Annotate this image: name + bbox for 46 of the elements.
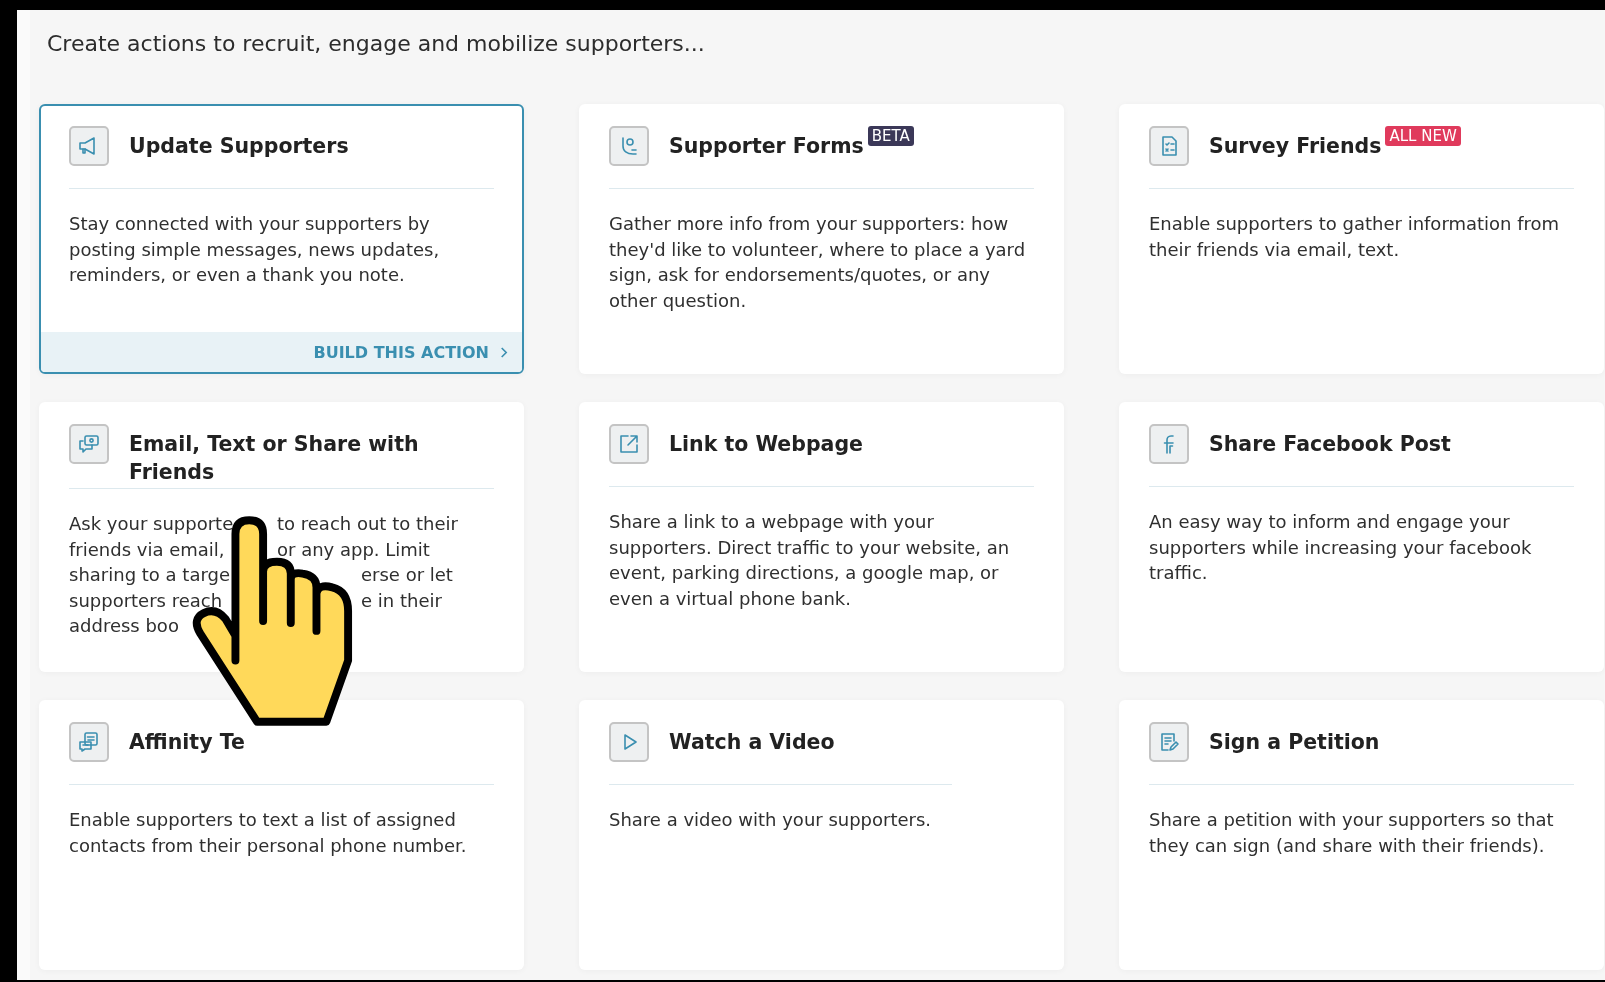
card-title: Email, Text or Share with Friends [129, 431, 420, 486]
action-card[interactable]: Survey Friends ALL NEW Enable supporters to gather information from their friends via email, text. [1119, 104, 1604, 374]
action-card[interactable]: Sign a Petition Share a petition with your supporters so that they can sign (and share with their friends). [1119, 700, 1604, 970]
description-text: to reach out to their [277, 512, 458, 536]
megaphone-icon [69, 126, 109, 166]
chevron-right-icon [499, 345, 508, 359]
letter-f-icon [1149, 424, 1189, 464]
document-pen-icon [1149, 722, 1189, 762]
action-card[interactable]: Supporter Forms BETA Gather more info from your supporters: how they'd like to volunteer, where to place a yard sign, ask for endorsements/quotes, or any other question. [579, 104, 1064, 374]
card-description: Enable supporters to text a list of assigned contacts from their personal phone number. [69, 808, 468, 858]
card-title: Update Supporters [129, 133, 349, 160]
action-card[interactable]: Share Facebook Post An easy way to inform and engage your supporters while increasing your facebook traffic. [1119, 402, 1604, 672]
checklist-document-icon [1149, 126, 1189, 166]
card-title: Affinity Te [129, 729, 245, 756]
card-title: Share Facebook Post [1209, 431, 1451, 458]
message-list-icon [69, 722, 109, 762]
description-text: sharing to a targe [69, 563, 231, 587]
description-text: friends via email, [69, 537, 226, 562]
status-badge: BETA [867, 126, 914, 146]
status-badge: ALL NEW [1385, 126, 1461, 146]
page-heading: Create actions to recruit, engage and mobilize supporters... [46, 30, 706, 58]
description-text: e in their [361, 588, 442, 613]
action-card[interactable]: Link to Webpage Share a link to a webpage with your supporters. Direct traffic to your website, an event, parking directions, a google map, or even a virtual phone bank. [579, 402, 1064, 672]
external-link-icon [609, 424, 649, 464]
chat-bubbles-icon [69, 424, 109, 464]
card-description: Gather more info from your supporters: how they'd like to volunteer, where to place a yard sign, ask for endorsements/quotes, or any other question. [609, 212, 1027, 313]
card-title: Link to Webpage [669, 431, 864, 458]
card-title: Survey Friends [1209, 133, 1382, 160]
card-description: Share a video with your supporters. [609, 808, 933, 832]
card-description: An easy way to inform and engage your supporters while increasing your facebook traffic. [1149, 510, 1533, 585]
card-description: Stay connected with your supporters by posting simple messages, news updates, reminders, or even a thank you note. [69, 212, 441, 287]
card-title: Watch a Video [669, 729, 835, 756]
action-card[interactable]: Update Supporters Stay connected with your supporters by posting simple messages, news updates, reminders, or even a thank you note. BUILD THIS ACTION [39, 104, 524, 374]
description-text: Ask your supporte [69, 512, 235, 536]
description-text: or any app. Limit [277, 537, 430, 562]
card-description: Share a link to a webpage with your supporters. Direct traffic to your website, an event, parking directions, a google map, or even a virtual phone bank. [609, 510, 1011, 611]
card-description: Enable supporters to gather information from their friends via email, text. [1149, 212, 1561, 262]
description-text: supporters reach [69, 588, 224, 613]
card-description: Share a petition with your supporters so that they can sign (and share with their friends). [1149, 808, 1555, 858]
action-card[interactable]: Affinity Te Enable supporters to text a list of assigned contacts from their personal phone number. [39, 700, 524, 970]
description-text: erse or let [361, 563, 453, 587]
card-title: Sign a Petition [1209, 729, 1380, 756]
description-text: address boo [69, 614, 180, 638]
action-card[interactable]: Watch a Video Share a video with your supporters. [579, 700, 1064, 970]
card-title: Supporter Forms [669, 133, 864, 160]
play-icon [609, 722, 649, 762]
